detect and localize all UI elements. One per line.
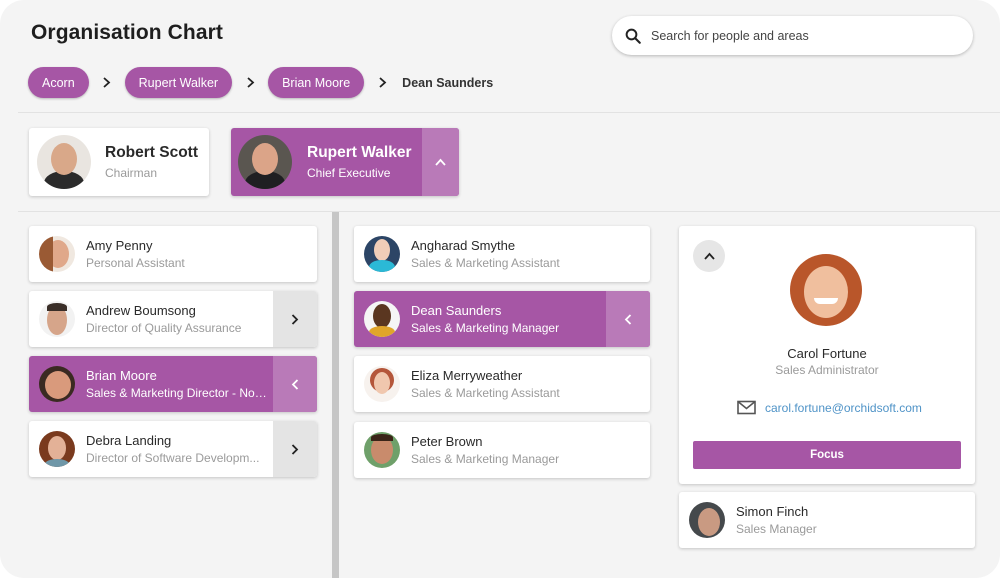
person-name: Angharad Smythe	[411, 238, 516, 253]
person-name: Simon Finch	[736, 504, 809, 519]
column-divider	[332, 212, 339, 578]
person-card-amy-penny[interactable]: Amy Penny Personal Assistant	[29, 226, 317, 282]
person-role: Sales & Marketing Assistant	[411, 386, 560, 400]
email-row: carol.fortune@orchidsoft.com	[737, 400, 922, 415]
collapse-button[interactable]	[693, 240, 725, 272]
person-role: Director of Software Developm...	[86, 451, 260, 465]
avatar	[364, 236, 400, 272]
breadcrumb-item-brian-moore[interactable]: Brian Moore	[268, 67, 365, 98]
chevron-right-icon	[364, 77, 400, 88]
person-role: Sales & Marketing Assistant	[411, 256, 560, 270]
page-title: Organisation Chart	[31, 21, 223, 44]
person-card-robert-scott[interactable]: Robert Scott Chairman	[29, 128, 209, 196]
person-detail-card: Carol Fortune Sales Administrator carol.…	[679, 226, 975, 484]
person-role: Personal Assistant	[86, 256, 185, 270]
person-name: Debra Landing	[86, 433, 172, 448]
divider	[18, 211, 1000, 212]
divider	[18, 112, 1000, 113]
person-role: Chairman	[105, 166, 158, 180]
avatar	[37, 135, 91, 189]
person-card-dean-saunders[interactable]: Dean Saunders Sales & Marketing Manager	[354, 291, 650, 347]
chevron-up-icon	[703, 252, 715, 260]
person-card-simon-finch[interactable]: Simon Finch Sales Manager	[679, 492, 975, 548]
person-card-angharad-smythe[interactable]: Angharad Smythe Sales & Marketing Assist…	[354, 226, 650, 282]
avatar	[39, 301, 75, 337]
person-name: Peter Brown	[411, 434, 483, 449]
avatar	[39, 236, 75, 272]
chevron-left-icon	[624, 313, 632, 325]
search-input[interactable]	[651, 28, 951, 43]
person-name: Carol Fortune	[787, 346, 867, 361]
expand-button[interactable]	[273, 421, 317, 477]
person-card-eliza-merryweather[interactable]: Eliza Merryweather Sales & Marketing Ass…	[354, 356, 650, 412]
person-card-andrew-boumsong[interactable]: Andrew Boumsong Director of Quality Assu…	[29, 291, 317, 347]
person-name: Andrew Boumsong	[86, 303, 196, 318]
expand-button[interactable]	[273, 291, 317, 347]
collapse-button[interactable]	[273, 356, 317, 412]
breadcrumb-current: Dean Saunders	[402, 75, 494, 90]
chevron-right-icon	[89, 77, 125, 88]
breadcrumb-item-acorn[interactable]: Acorn	[28, 67, 89, 98]
breadcrumb: Acorn Rupert Walker Brian Moore Dean Sau…	[28, 67, 493, 98]
breadcrumb-item-rupert-walker[interactable]: Rupert Walker	[124, 67, 233, 98]
chevron-right-icon	[291, 443, 299, 455]
collapse-button[interactable]	[606, 291, 650, 347]
person-role: Sales & Marketing Director - Nor...	[86, 386, 267, 400]
email-link[interactable]: carol.fortune@orchidsoft.com	[765, 401, 922, 415]
person-card-peter-brown[interactable]: Peter Brown Sales & Marketing Manager	[354, 422, 650, 478]
chevron-left-icon	[291, 378, 299, 390]
person-role: Director of Quality Assurance	[86, 321, 242, 335]
avatar	[364, 301, 400, 337]
chevron-right-icon	[232, 77, 268, 88]
search-icon	[625, 28, 641, 44]
search-box[interactable]	[612, 16, 973, 55]
collapse-button[interactable]	[422, 128, 459, 196]
mail-icon	[737, 400, 756, 415]
avatar	[689, 502, 725, 538]
person-name: Eliza Merryweather	[411, 368, 523, 383]
person-card-debra-landing[interactable]: Debra Landing Director of Software Devel…	[29, 421, 317, 477]
person-name: Robert Scott	[105, 144, 198, 161]
person-card-brian-moore[interactable]: Brian Moore Sales & Marketing Director -…	[29, 356, 317, 412]
person-name: Brian Moore	[86, 368, 157, 383]
org-chart-app: Organisation Chart Acorn Rupert Walker B…	[0, 0, 1000, 578]
person-role: Sales Administrator	[775, 363, 879, 377]
person-name: Dean Saunders	[411, 303, 502, 318]
avatar	[39, 431, 75, 467]
avatar	[364, 366, 400, 402]
person-role: Sales Manager	[736, 522, 817, 536]
person-role: Sales & Marketing Manager	[411, 321, 560, 335]
person-card-rupert-walker[interactable]: Rupert Walker Chief Executive	[231, 128, 459, 196]
avatar	[39, 366, 75, 402]
avatar	[238, 135, 292, 189]
focus-button[interactable]: Focus	[693, 441, 961, 469]
person-role: Sales & Marketing Manager	[411, 452, 560, 466]
chevron-right-icon	[291, 313, 299, 325]
person-role: Chief Executive	[307, 166, 391, 180]
avatar	[364, 432, 400, 468]
person-name: Rupert Walker	[307, 144, 412, 161]
chevron-up-icon	[435, 158, 446, 166]
avatar	[790, 254, 862, 326]
person-name: Amy Penny	[86, 238, 153, 253]
